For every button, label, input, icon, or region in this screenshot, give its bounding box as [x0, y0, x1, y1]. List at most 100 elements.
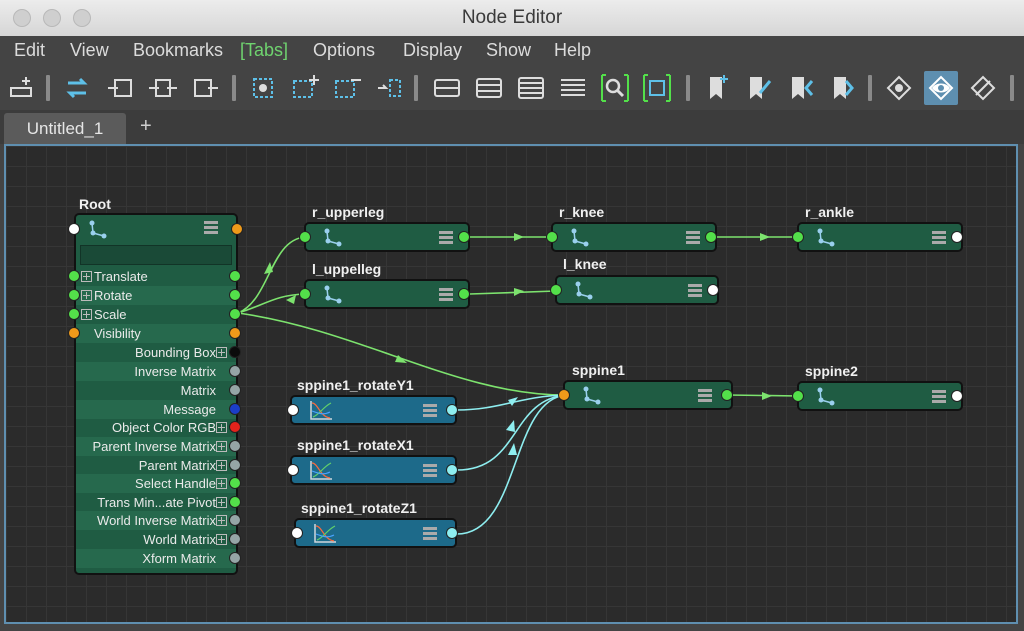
input-connections-button[interactable]: [104, 71, 138, 105]
add-selected-button[interactable]: [288, 71, 322, 105]
bounding-box-output-port[interactable]: [229, 346, 241, 358]
world-inverse-matrix-output-port[interactable]: [229, 514, 241, 526]
inverse-matrix-output-port[interactable]: [229, 365, 241, 377]
list-mode-icon[interactable]: [685, 229, 701, 245]
select-connected-button[interactable]: [246, 71, 280, 105]
attribute-row-select-handle[interactable]: Select Handle: [76, 474, 241, 493]
show-attributes-button[interactable]: [882, 71, 916, 105]
expand-icon[interactable]: [216, 515, 227, 526]
attribute-row-translate[interactable]: Translate: [68, 267, 241, 286]
menu-help[interactable]: Help: [554, 40, 591, 61]
input-port[interactable]: [299, 288, 311, 300]
input-port[interactable]: [291, 527, 303, 539]
expand-icon[interactable]: [81, 309, 92, 320]
input-port[interactable]: [299, 231, 311, 243]
edit-bookmark-button[interactable]: [742, 71, 776, 105]
connected-mode-button[interactable]: [472, 71, 506, 105]
list-mode-icon[interactable]: [438, 286, 454, 302]
expand-icon[interactable]: [216, 347, 227, 358]
attribute-row-object-color-rgb[interactable]: Object Color RGB: [76, 418, 241, 437]
attribute-row-matrix[interactable]: Matrix: [76, 381, 241, 400]
node-root-input-port[interactable]: [68, 223, 80, 235]
attribute-row-world-inverse-matrix[interactable]: World Inverse Matrix: [76, 511, 241, 530]
input-port[interactable]: [546, 231, 558, 243]
world-matrix-output-port[interactable]: [229, 533, 241, 545]
list-mode-icon[interactable]: [931, 388, 947, 404]
layout-graph-button[interactable]: [372, 71, 406, 105]
next-bookmark-button[interactable]: [826, 71, 860, 105]
node-root-output-port[interactable]: [231, 223, 243, 235]
output-port[interactable]: [458, 288, 470, 300]
node-r-knee[interactable]: [546, 222, 717, 252]
attribute-row-bounding-box[interactable]: Bounding Box: [76, 343, 241, 362]
matrix-output-port[interactable]: [229, 384, 241, 396]
node-sppine1[interactable]: [558, 380, 733, 410]
tab-untitled-1[interactable]: Untitled_1: [4, 113, 126, 144]
simple-mode-button[interactable]: [430, 71, 464, 105]
expand-icon[interactable]: [216, 460, 227, 471]
list-mode-icon[interactable]: [931, 229, 947, 245]
output-port[interactable]: [951, 390, 963, 402]
hide-attributes-button[interactable]: [966, 71, 1000, 105]
attribute-row-visibility[interactable]: Visibility: [68, 324, 241, 343]
search-button[interactable]: [598, 71, 632, 105]
node-l-uppelleg[interactable]: [299, 279, 470, 309]
expand-icon[interactable]: [216, 422, 227, 433]
message-output-port[interactable]: [229, 403, 241, 415]
visibility-input-port[interactable]: [68, 327, 80, 339]
attribute-row-message[interactable]: Message: [76, 400, 241, 419]
list-mode-icon[interactable]: [422, 525, 438, 541]
menu-show[interactable]: Show: [486, 40, 531, 61]
rotate-output-port[interactable]: [229, 289, 241, 301]
menu-display[interactable]: Display: [403, 40, 462, 61]
trans-minus-rotate-pivot-output-port[interactable]: [229, 496, 241, 508]
list-mode-icon[interactable]: [697, 387, 713, 403]
menu-options[interactable]: Options: [313, 40, 375, 61]
node-sppine1-rotate-z1[interactable]: [291, 518, 458, 548]
node-sppine2[interactable]: [792, 381, 963, 411]
object-color-rgb-output-port[interactable]: [229, 421, 241, 433]
input-output-connections-button[interactable]: [146, 71, 180, 105]
expand-icon[interactable]: [81, 290, 92, 301]
full-mode-button[interactable]: [514, 71, 548, 105]
list-mode-icon[interactable]: [422, 402, 438, 418]
attribute-row-rotate[interactable]: Rotate: [68, 286, 241, 305]
expand-icon[interactable]: [81, 271, 92, 282]
menu-edit[interactable]: Edit: [14, 40, 45, 61]
scale-input-port[interactable]: [68, 308, 80, 320]
parent-matrix-output-port[interactable]: [229, 459, 241, 471]
output-port[interactable]: [446, 527, 458, 539]
input-port[interactable]: [287, 464, 299, 476]
list-mode-icon[interactable]: [422, 462, 438, 478]
expand-icon[interactable]: [216, 534, 227, 545]
output-port[interactable]: [707, 284, 719, 296]
expand-icon[interactable]: [216, 478, 227, 489]
attribute-row-inverse-matrix[interactable]: Inverse Matrix: [76, 362, 241, 381]
toggle-display-button[interactable]: [924, 71, 958, 105]
translate-input-port[interactable]: [68, 270, 80, 282]
scale-output-port[interactable]: [229, 308, 241, 320]
node-r-upperleg[interactable]: [299, 222, 470, 252]
select-handle-output-port[interactable]: [229, 477, 241, 489]
output-connections-button[interactable]: [188, 71, 222, 105]
menu-bookmarks[interactable]: Bookmarks: [133, 40, 223, 61]
graph-connections-button[interactable]: [60, 71, 94, 105]
parent-inverse-matrix-output-port[interactable]: [229, 440, 241, 452]
frame-selection-button[interactable]: [640, 71, 674, 105]
node-l-knee[interactable]: [550, 275, 719, 305]
attribute-row-trans-minus-rotate-pivot[interactable]: Trans Min...ate Pivot: [76, 493, 241, 512]
add-node-button[interactable]: [4, 71, 38, 105]
output-port[interactable]: [721, 389, 733, 401]
node-sppine1-rotate-y1[interactable]: [287, 395, 458, 425]
attribute-row-xform-matrix[interactable]: Xform Matrix: [76, 549, 241, 568]
input-port[interactable]: [792, 390, 804, 402]
list-mode-icon[interactable]: [687, 282, 703, 298]
list-mode-icon[interactable]: [438, 229, 454, 245]
attribute-row-world-matrix[interactable]: World Matrix: [76, 530, 241, 549]
xform-matrix-output-port[interactable]: [229, 552, 241, 564]
translate-output-port[interactable]: [229, 270, 241, 282]
visibility-output-port[interactable]: [229, 327, 241, 339]
previous-bookmark-button[interactable]: [784, 71, 818, 105]
custom-mode-button[interactable]: [556, 71, 590, 105]
expand-icon[interactable]: [216, 497, 227, 508]
